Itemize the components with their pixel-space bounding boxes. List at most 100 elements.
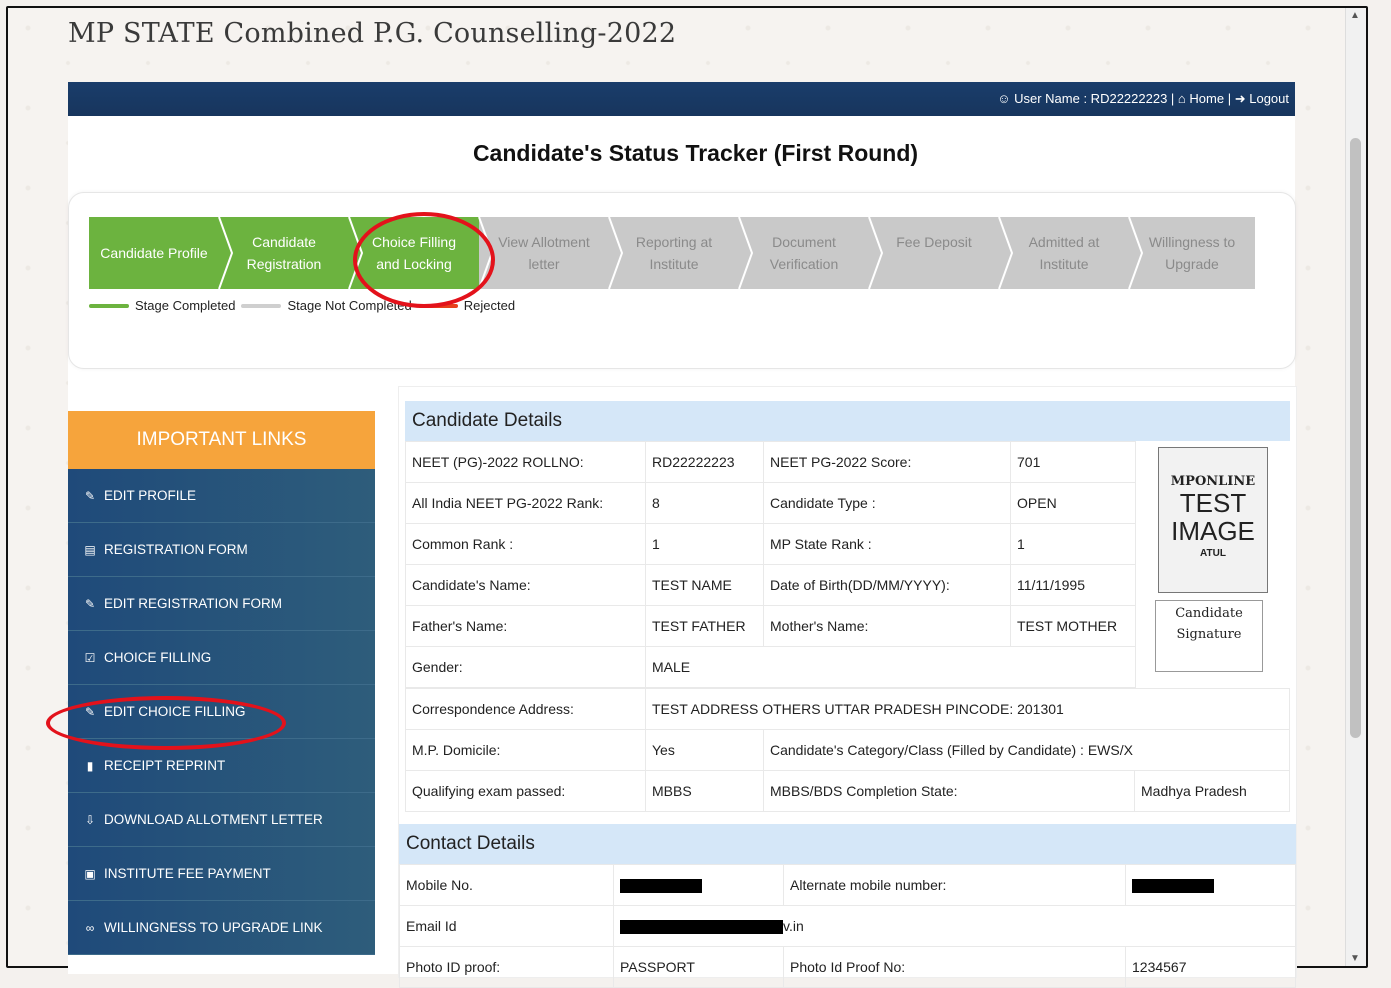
- step-label: View Allotment letter: [498, 234, 590, 272]
- scrollbar-thumb[interactable]: [1350, 138, 1361, 738]
- table-cell: TEST MOTHER: [1010, 605, 1136, 647]
- step-fee-deposit[interactable]: Fee Deposit: [869, 217, 999, 289]
- table-cell: OPEN: [1010, 482, 1136, 524]
- important-links-heading: IMPORTANT LINKS: [68, 411, 375, 469]
- candidate-signature: Candidate Signature: [1155, 600, 1263, 672]
- gender-value: MALE: [645, 646, 1136, 688]
- willingness-upgrade-link[interactable]: ∞ WILLINGNESS TO UPGRADE LINK: [68, 901, 375, 955]
- table-cell: Candidate's Name:: [405, 564, 646, 606]
- registration-form-link[interactable]: ▤ REGISTRATION FORM: [68, 523, 375, 577]
- step-admitted[interactable]: Admitted at Institute: [999, 217, 1129, 289]
- table-row: All India NEET PG-2022 Rank: 8 Candidate T…: [405, 482, 1136, 524]
- edit-profile-link[interactable]: ✎ EDIT PROFILE: [68, 469, 375, 523]
- step-label: Candidate Registration: [246, 234, 322, 272]
- category-value: Candidate's Category/Class (Filled by Ca…: [763, 729, 1290, 771]
- home-link[interactable]: Home: [1189, 91, 1224, 106]
- email-suffix: v.in: [783, 917, 804, 934]
- redacted-alt-mobile: [1132, 879, 1214, 894]
- table-cell: RD22222223: [645, 441, 764, 483]
- check-square-icon: ☑: [84, 650, 96, 665]
- table-row: Photo ID proof: PASSPORT Photo Id Proof No…: [399, 946, 1296, 988]
- candidate-details-heading: Candidate Details: [405, 401, 1290, 441]
- table-cell: MP State Rank :: [763, 523, 1011, 565]
- legend-completed: Stage Completed: [135, 298, 236, 313]
- link-label: WILLINGNESS TO UPGRADE LINK: [104, 920, 323, 935]
- legend-rejected-swatch: [417, 303, 458, 308]
- credit-card-icon: ▣: [84, 866, 96, 881]
- table-cell: 11/11/1995: [1010, 564, 1136, 606]
- top-navigation-bar: ☺ User Name : RD22222223 | ⌂ Home | ➜ Lo…: [68, 82, 1295, 116]
- legend-not-completed-swatch: [241, 303, 282, 308]
- step-view-allotment[interactable]: View Allotment letter: [479, 217, 609, 289]
- institute-fee-payment-link[interactable]: ▣ INSTITUTE FEE PAYMENT: [68, 847, 375, 901]
- edit-choice-filling-link[interactable]: ✎ EDIT CHOICE FILLING: [68, 685, 375, 739]
- contact-details-section: Contact Details Mobile No. Alternate mobi…: [399, 824, 1296, 988]
- email-label: Email Id: [399, 905, 614, 947]
- user-name-label: User Name : RD22222223: [1014, 91, 1168, 106]
- table-cell: 8: [645, 482, 764, 524]
- contact-details-table: Mobile No. Alternate mobile number: Email…: [399, 864, 1296, 988]
- table-row: Qualifying exam passed: MBBS MBBS/BDS Comp…: [405, 770, 1290, 812]
- signature-line1: Candidate: [1175, 606, 1243, 621]
- link-icon: ∞: [85, 920, 95, 935]
- tracker-legend: Stage Completed Stage Not Completed Reje…: [89, 298, 515, 313]
- gender-label: Gender:: [405, 646, 646, 688]
- step-label: Candidate Profile: [100, 245, 208, 261]
- table-row: Correspondence Address: TEST ADDRESS OTHE…: [405, 688, 1290, 730]
- choice-filling-link[interactable]: ☑ CHOICE FILLING: [68, 631, 375, 685]
- domicile-value: Yes: [645, 729, 764, 771]
- download-allotment-letter-link[interactable]: ⇩ DOWNLOAD ALLOTMENT LETTER: [68, 793, 375, 847]
- link-label: CHOICE FILLING: [104, 650, 212, 665]
- edit-registration-form-link[interactable]: ✎ EDIT REGISTRATION FORM: [68, 577, 375, 631]
- contact-details-heading: Contact Details: [399, 824, 1296, 864]
- table-cell: 1: [1010, 523, 1136, 565]
- step-choice-filling[interactable]: Choice Filling and Locking: [349, 217, 479, 289]
- scroll-down-arrow-icon[interactable]: ▼: [1350, 953, 1360, 964]
- table-row: Gender: MALE: [405, 646, 1136, 688]
- site-title: MP STATE Combined P.G. Counselling-2022: [68, 18, 677, 49]
- home-icon[interactable]: ⌂: [1178, 91, 1186, 106]
- completion-value: Madhya Pradesh: [1134, 770, 1290, 812]
- step-document-verification[interactable]: Document Verification: [739, 217, 869, 289]
- logout-icon[interactable]: ➜: [1235, 91, 1246, 106]
- step-candidate-profile[interactable]: Candidate Profile: [89, 217, 219, 289]
- edit-icon: ✎: [84, 596, 96, 611]
- important-links-panel: IMPORTANT LINKS ✎ EDIT PROFILE ▤ REGISTRAT…: [68, 411, 375, 971]
- alt-mobile-value: [1125, 864, 1296, 906]
- legend-not-completed: Stage Not Completed: [287, 298, 412, 313]
- photo-id-value: PASSPORT: [613, 946, 784, 988]
- address-value: TEST ADDRESS OTHERS UTTAR PRADESH PINCOD…: [645, 688, 1290, 730]
- link-label: INSTITUTE FEE PAYMENT: [104, 866, 271, 881]
- link-label: EDIT REGISTRATION FORM: [104, 596, 283, 611]
- mobile-value: [613, 864, 784, 906]
- qualifying-value: MBBS: [645, 770, 764, 812]
- table-row: M.P. Domicile: Yes Candidate's Category/Cl…: [405, 729, 1290, 771]
- table-cell: Common Rank :: [405, 523, 646, 565]
- receipt-reprint-link[interactable]: ▮ RECEIPT REPRINT: [68, 739, 375, 793]
- table-cell: Mother's Name:: [763, 605, 1011, 647]
- table-cell: Date of Birth(DD/MM/YYYY):: [763, 564, 1011, 606]
- scroll-up-arrow-icon[interactable]: ▲: [1350, 10, 1360, 21]
- logout-link[interactable]: Logout: [1249, 91, 1289, 106]
- redacted-mobile: [620, 879, 702, 894]
- table-cell: Candidate Type :: [763, 482, 1011, 524]
- domicile-label: M.P. Domicile:: [405, 729, 646, 771]
- completion-label: MBBS/BDS Completion State:: [763, 770, 1135, 812]
- table-cell: NEET PG-2022 Score:: [763, 441, 1011, 483]
- table-row: Common Rank :1 MP State Rank :1: [405, 523, 1136, 565]
- link-label: REGISTRATION FORM: [104, 542, 248, 557]
- step-willingness[interactable]: Willingness to Upgrade: [1129, 217, 1255, 289]
- file-icon: ▮: [86, 758, 94, 773]
- email-value: v.in: [613, 905, 1296, 947]
- table-cell: TEST FATHER: [645, 605, 764, 647]
- table-cell: All India NEET PG-2022 Rank:: [405, 482, 646, 524]
- photo-brand: MPONLINE: [1170, 474, 1256, 489]
- candidate-details-section: Candidate Details NEET (PG)-2022 ROLLNO:…: [399, 387, 1296, 812]
- legend-completed-swatch: [89, 303, 129, 308]
- step-reporting[interactable]: Reporting at Institute: [609, 217, 739, 289]
- step-label: Choice Filling and Locking: [371, 234, 457, 272]
- table-cell: Father's Name:: [405, 605, 646, 647]
- edit-icon: ✎: [84, 488, 96, 503]
- step-candidate-registration[interactable]: Candidate Registration: [219, 217, 349, 289]
- address-label: Correspondence Address:: [405, 688, 646, 730]
